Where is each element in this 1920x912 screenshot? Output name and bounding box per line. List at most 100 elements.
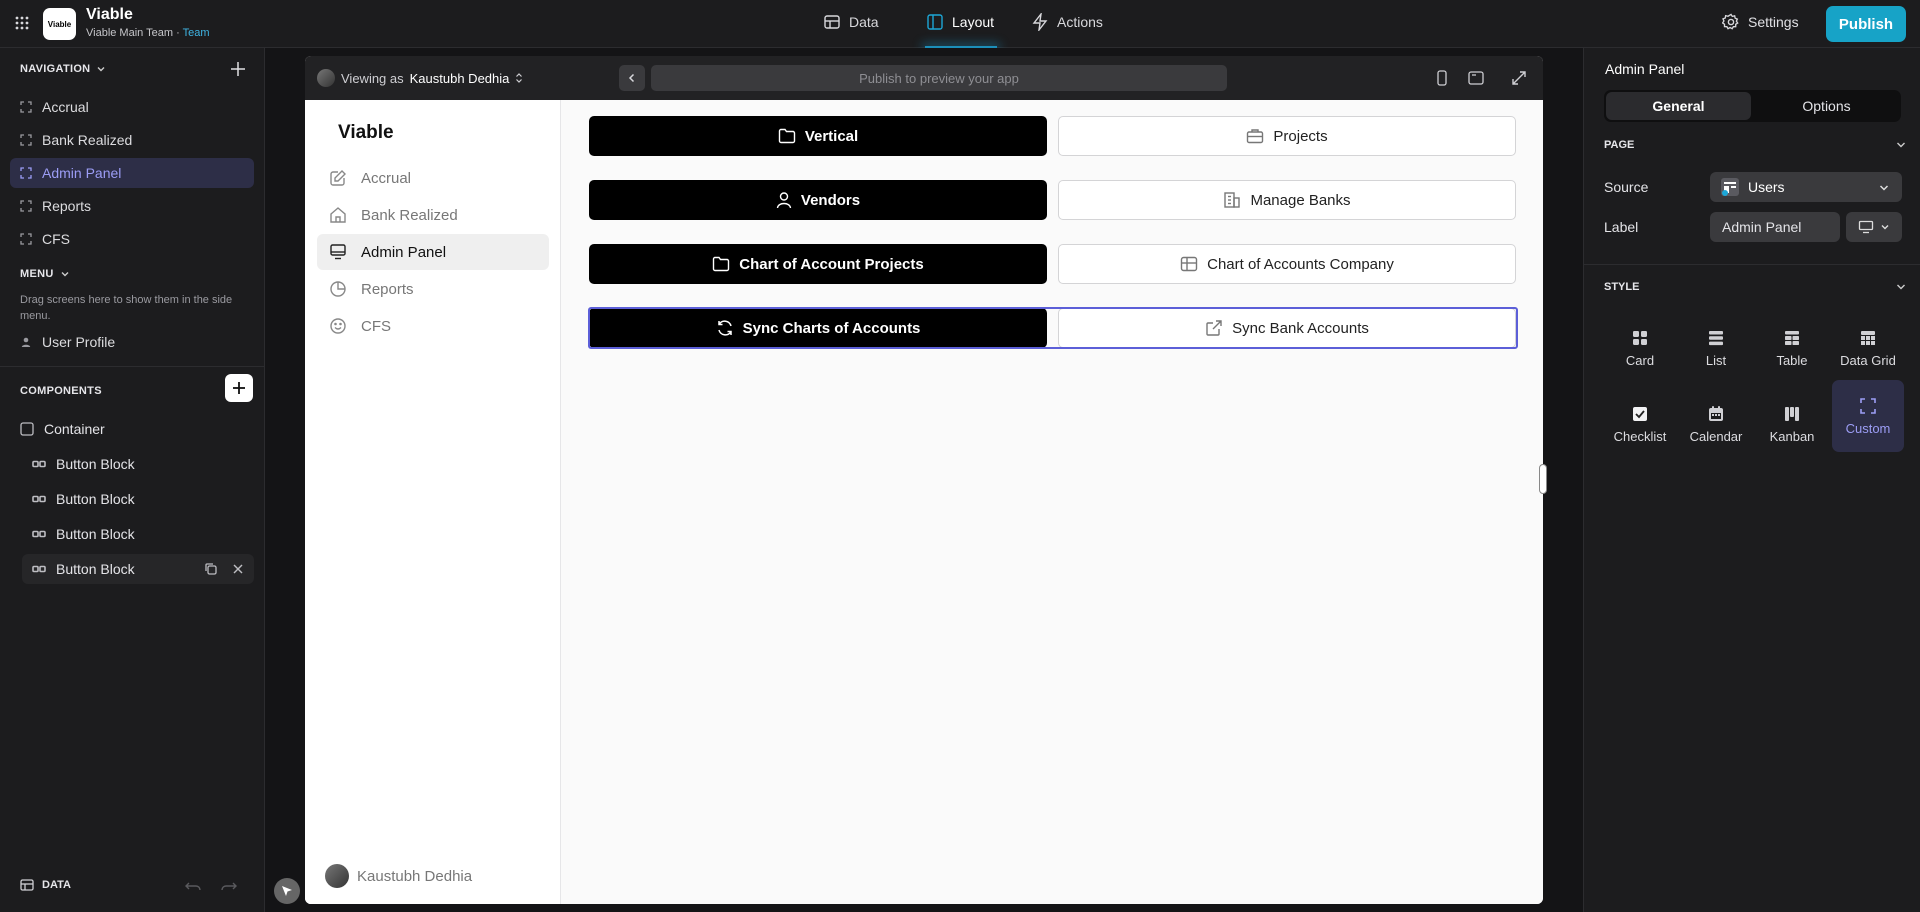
monitor-icon [1858,220,1874,234]
menu-header[interactable]: MENU [20,268,70,280]
app-nav-accrual[interactable]: Accrual [317,160,549,196]
component-label: Button Block [56,526,135,542]
component-button-block[interactable]: Button Block [32,484,264,514]
checklist-icon [1633,406,1647,421]
app-user-name: Kaustubh Dedhia [357,867,473,885]
pointer-tool-button[interactable] [274,878,300,904]
updown-chevron-icon [516,73,523,83]
avatar [317,69,335,87]
app-preview: Viewing as Kaustubh Dedhia Publish to pr… [305,56,1543,904]
app-logo[interactable]: Viable [43,8,76,40]
button-label: Vendors [800,191,861,209]
style-table[interactable]: Table [1756,314,1828,382]
chevron-down-icon [61,272,69,277]
component-label: Button Block [56,491,135,507]
chart-of-accounts-company-button[interactable]: Chart of Accounts Company [1058,244,1516,284]
projects-button[interactable]: Projects [1058,116,1516,156]
viewing-as-user: Kaustubh Dedhia [409,70,510,86]
button-label: Vertical [804,127,859,145]
app-brand-logo: Viable [338,122,394,143]
card-icon [1633,330,1647,345]
chart-of-account-projects-button[interactable]: Chart of Account Projects [589,244,1047,284]
sidebar-item-label: CFS [42,231,70,247]
folder-icon [713,256,730,272]
app-nav-cfs[interactable]: CFS [317,308,549,344]
style-section-header[interactable]: STYLE [1604,281,1639,293]
properties-panel: Admin Panel General Options PAGE Source … [1583,48,1920,912]
label-input[interactable]: Admin Panel [1710,212,1840,242]
phone-icon[interactable] [1433,69,1451,87]
sidebar-item-label: Accrual [42,99,89,115]
app-nav-reports[interactable]: Reports [317,271,549,307]
add-screen-icon[interactable] [229,60,247,78]
chevron-down-icon[interactable] [1895,281,1907,293]
source-select[interactable]: Users [1710,172,1902,202]
delete-icon[interactable] [232,563,244,575]
tab-layout[interactable]: Layout [926,13,994,31]
menu-hint: Drag screens here to show them in the si… [20,294,233,322]
undo-icon[interactable] [184,880,202,892]
tab-data[interactable]: Data [823,13,879,31]
style-list[interactable]: List [1680,314,1752,382]
app-user-profile[interactable]: Kaustubh Dedhia [325,864,472,888]
chevron-down-icon [97,67,105,72]
publish-button[interactable]: Publish [1826,6,1906,42]
external-link-icon [1206,320,1222,336]
apps-grid-icon[interactable] [14,15,30,31]
sidebar-item-bank-realized[interactable]: Bank Realized [10,125,254,155]
sync-charts-of-accounts-button[interactable]: Sync Charts of Accounts [589,308,1047,348]
button-label: Chart of Accounts Company [1207,255,1394,273]
team-info: Viable Main Team · Team [86,27,210,39]
app-nav-admin-panel[interactable]: Admin Panel [317,234,549,270]
preview-back-button[interactable] [619,65,645,91]
sidebar-item-admin-panel[interactable]: Admin Panel [10,158,254,188]
tablet-icon[interactable] [1467,69,1485,87]
preview-url-bar[interactable]: Publish to preview your app [651,65,1227,91]
expand-icon[interactable] [1510,69,1528,87]
sidebar-item-cfs[interactable]: CFS [10,224,254,254]
style-card[interactable]: Card [1604,314,1676,382]
style-custom[interactable]: Custom [1832,380,1904,452]
style-label: Table [1776,352,1808,368]
data-footer-label: DATA [42,879,71,891]
plus-icon [233,382,245,394]
table-icon [1785,330,1799,345]
tab-actions[interactable]: Actions [1031,13,1103,31]
navigation-header[interactable]: NAVIGATION [20,63,106,75]
component-label: Button Block [56,561,135,577]
cursor-icon [282,886,292,896]
chevron-left-icon [628,73,635,83]
vendors-button[interactable]: Vendors [589,180,1047,220]
style-calendar[interactable]: Calendar [1680,390,1752,458]
preview-toolbar: Viewing as Kaustubh Dedhia Publish to pr… [305,56,1543,100]
component-container[interactable]: Container [20,414,252,444]
settings-button[interactable]: Settings [1722,13,1799,31]
sidebar-item-accrual[interactable]: Accrual [10,92,254,122]
tab-general[interactable]: General [1606,92,1751,120]
add-component-button[interactable] [225,374,253,402]
vertical-button[interactable]: Vertical [589,116,1047,156]
duplicate-icon[interactable] [204,562,218,576]
style-data-grid[interactable]: Data Grid [1832,314,1904,382]
sidebar-item-reports[interactable]: Reports [10,191,254,221]
manage-banks-button[interactable]: Manage Banks [1058,180,1516,220]
component-button-block[interactable]: Button Block [32,519,264,549]
sync-bank-accounts-button[interactable]: Sync Bank Accounts [1058,308,1516,348]
chevron-down-icon[interactable] [1895,139,1907,151]
app-name[interactable]: Viable [86,6,133,24]
style-label: Calendar [1689,428,1743,444]
style-checklist[interactable]: Checklist [1604,390,1676,458]
resize-handle[interactable] [1539,464,1547,494]
device-select[interactable] [1846,212,1902,242]
menu-item-user-profile[interactable]: User Profile [10,327,254,357]
viewing-as-selector[interactable]: Viewing as Kaustubh Dedhia [317,69,523,87]
page-section-header[interactable]: PAGE [1604,139,1634,151]
style-kanban[interactable]: Kanban [1756,390,1828,458]
component-button-block[interactable]: Button Block [32,449,264,479]
tab-options[interactable]: Options [1754,92,1899,120]
data-footer[interactable]: DATA [20,878,71,892]
button-block-icon [32,460,46,468]
redo-icon[interactable] [220,880,238,892]
component-button-block-selected[interactable]: Button Block [22,554,254,584]
app-nav-bank-realized[interactable]: Bank Realized [317,197,549,233]
